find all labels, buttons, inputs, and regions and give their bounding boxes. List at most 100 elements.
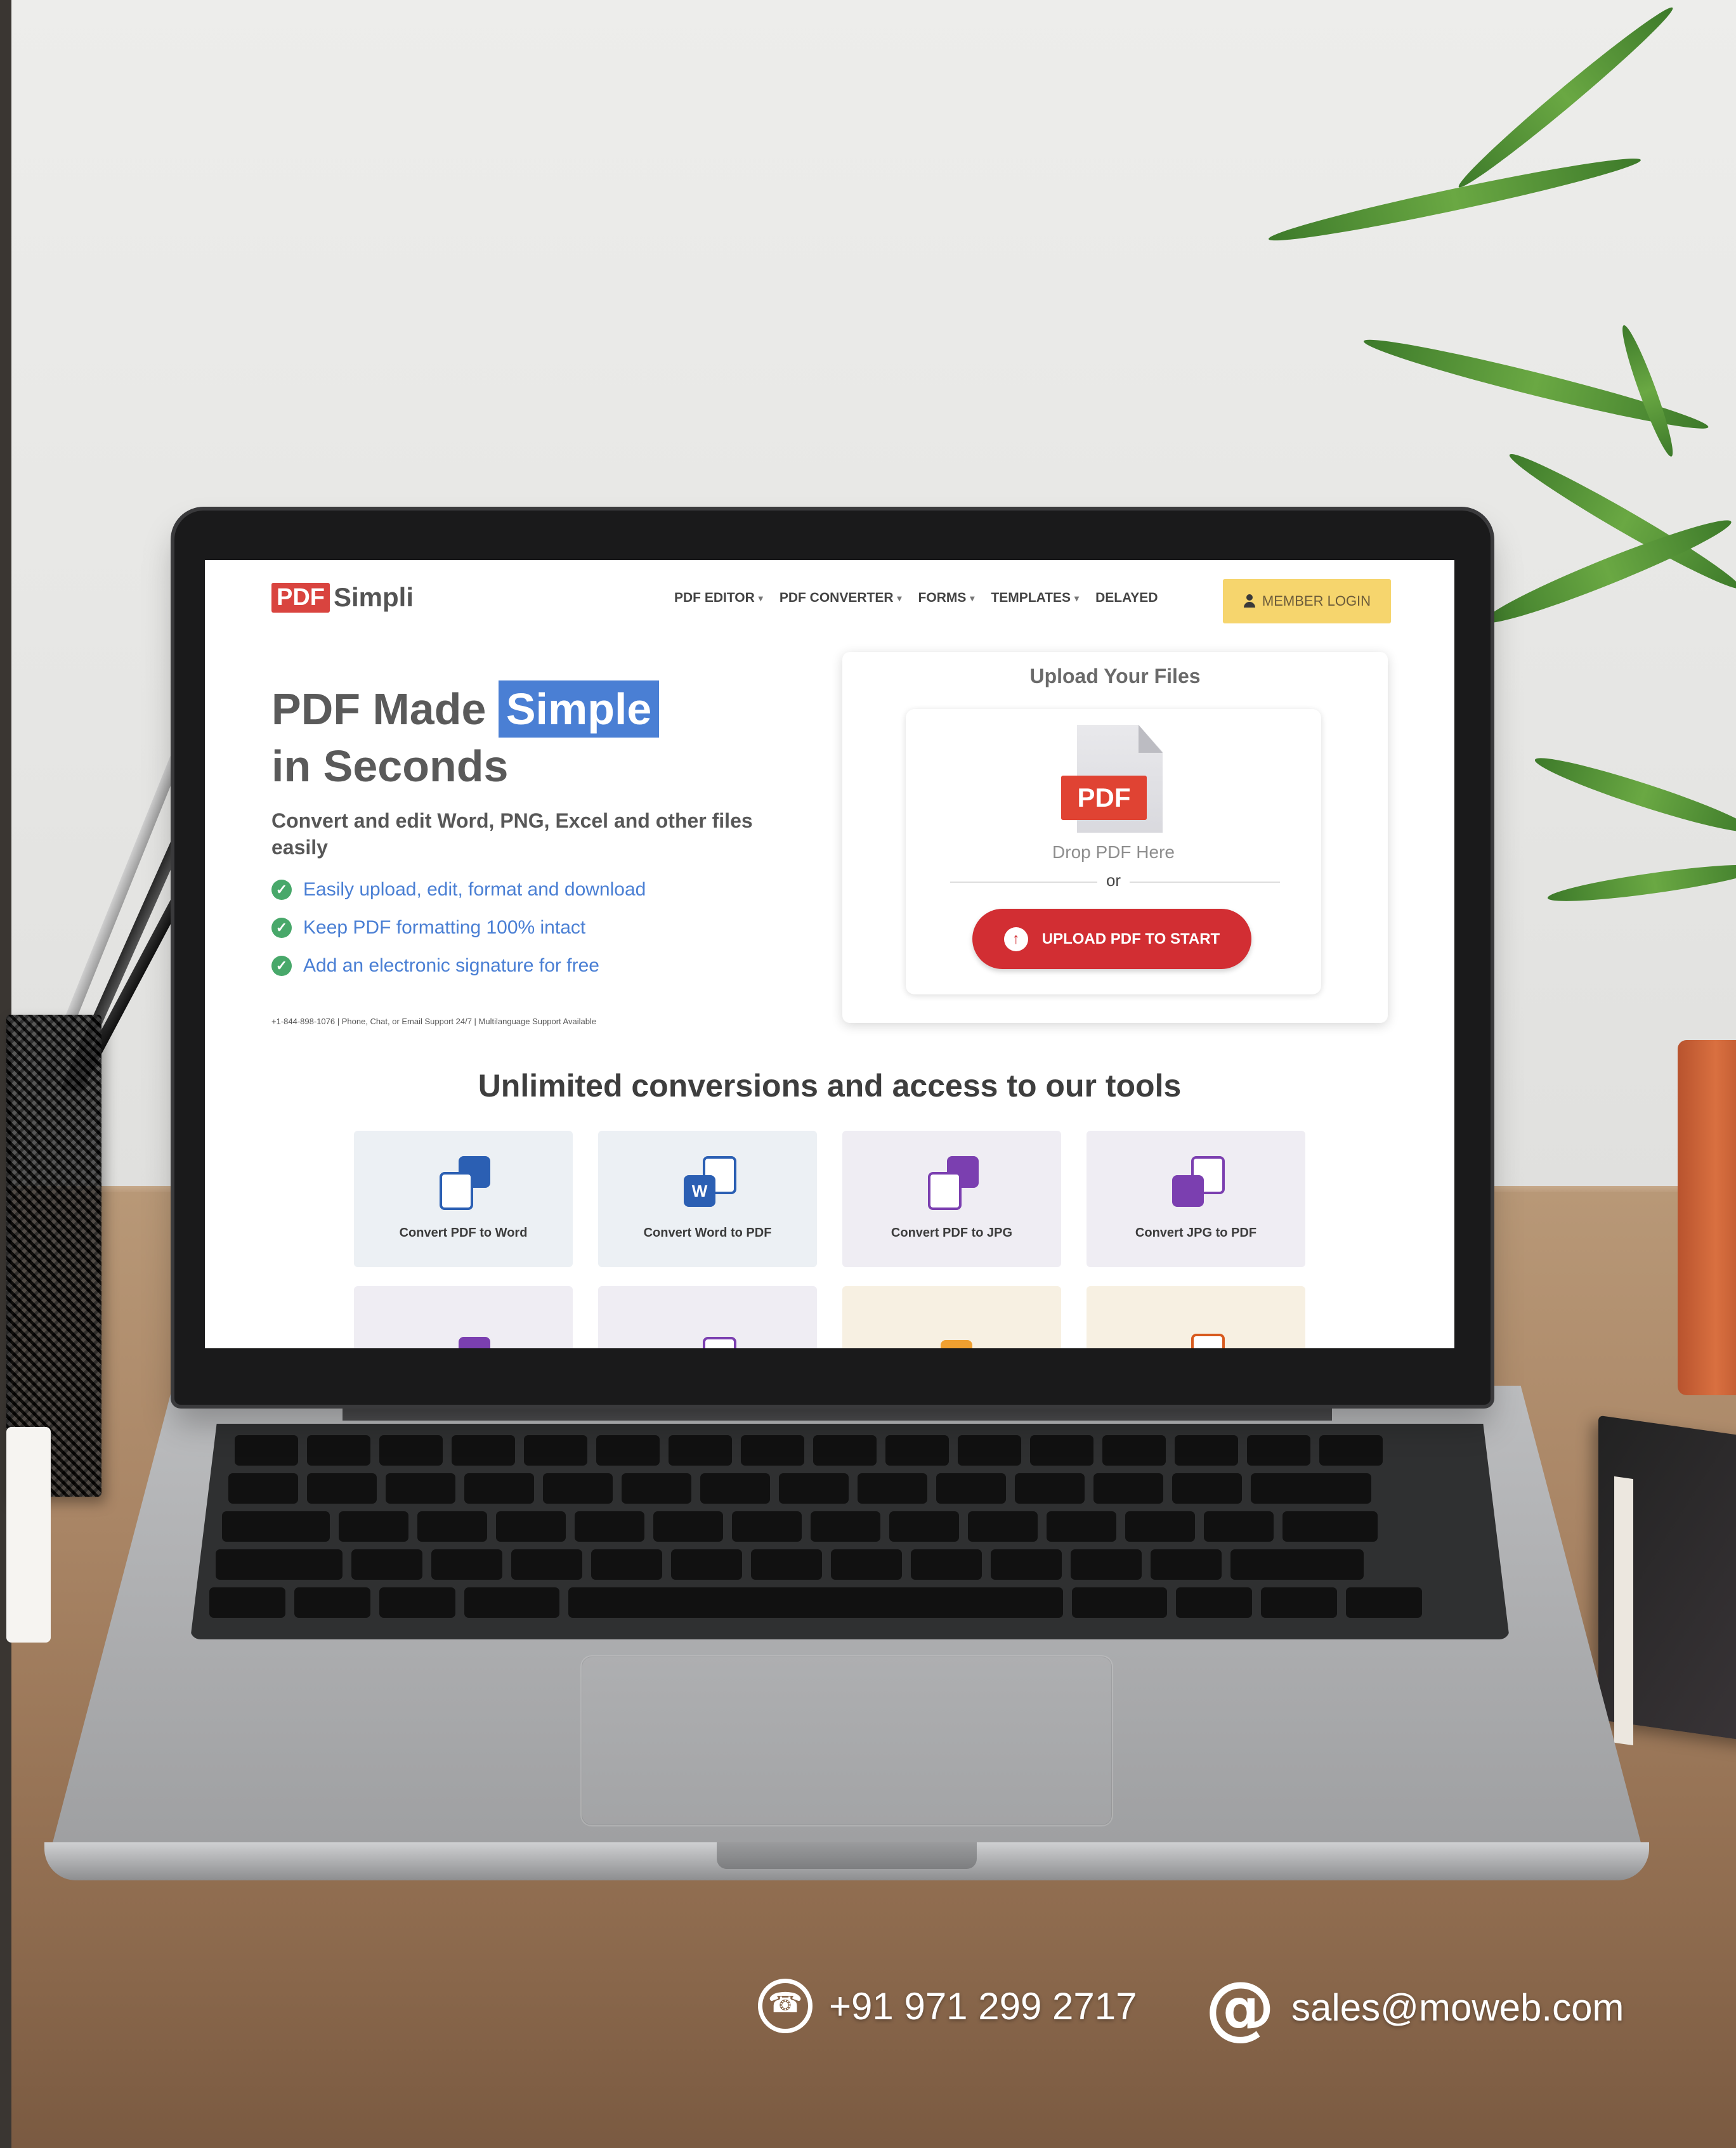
- key: [1176, 1587, 1252, 1618]
- key: [511, 1549, 582, 1580]
- check-icon: ✓: [271, 956, 292, 976]
- key: [568, 1587, 1063, 1618]
- nav-menu: PDF EDITOR ▾ PDF CONVERTER ▾ FORMS ▾ TEM…: [674, 590, 1158, 606]
- tools-title: Unlimited conversions and access to our …: [478, 1068, 1182, 1103]
- key: [911, 1549, 982, 1580]
- nav-templates[interactable]: TEMPLATES ▾: [991, 590, 1079, 606]
- key: [741, 1435, 804, 1466]
- upload-pdf-button[interactable]: ↑ UPLOAD PDF TO START: [972, 909, 1251, 969]
- hero-title-part1: PDF Made: [271, 684, 486, 734]
- drop-zone[interactable]: PDF Drop PDF Here or ↑ UPLOAD PDF TO STA…: [906, 709, 1321, 994]
- upload-card: Upload Your Files PDF Drop PDF Here or ↑…: [842, 652, 1388, 1023]
- upload-icon: ↑: [1003, 927, 1028, 951]
- nav-pdf-converter[interactable]: PDF CONVERTER ▾: [780, 590, 902, 606]
- nav-delayed[interactable]: DELAYED: [1095, 590, 1158, 606]
- notebook-pages: [1614, 1476, 1633, 1746]
- key: [732, 1511, 802, 1542]
- chevron-down-icon: ▾: [758, 592, 763, 603]
- tool-card-pdf-to-jpg[interactable]: Convert PDF to JPG: [842, 1131, 1061, 1267]
- feature-text: Easily upload, edit, format and download: [303, 879, 646, 900]
- icon-square: [459, 1337, 490, 1348]
- key: [1346, 1587, 1422, 1618]
- image-square: [1172, 1175, 1204, 1207]
- key: [431, 1549, 502, 1580]
- tool-card-word-to-pdf[interactable]: W Convert Word to PDF: [598, 1131, 817, 1267]
- key: [889, 1511, 959, 1542]
- nav-item-label: FORMS: [918, 590, 967, 605]
- tool-card-jpg-to-pdf[interactable]: Convert JPG to PDF: [1087, 1131, 1305, 1267]
- key: [831, 1549, 902, 1580]
- key: [1102, 1435, 1166, 1466]
- key: [1175, 1435, 1238, 1466]
- pdf-to-word-icon: [433, 1156, 493, 1213]
- feature-list: ✓ Easily upload, edit, format and downlo…: [271, 871, 646, 985]
- key: [1030, 1435, 1093, 1466]
- word-square: W: [684, 1175, 715, 1207]
- key: [228, 1473, 298, 1504]
- nav-pdf-editor[interactable]: PDF EDITOR ▾: [674, 590, 763, 606]
- or-label: or: [1097, 871, 1130, 890]
- tool-card[interactable]: [598, 1286, 817, 1348]
- or-label-wrap: or: [906, 871, 1321, 890]
- laptop-notch: [717, 1842, 977, 1869]
- tool-card[interactable]: [1087, 1286, 1305, 1348]
- at-icon: @: [1205, 1967, 1275, 2048]
- feature-item: ✓ Keep PDF formatting 100% intact: [271, 909, 646, 947]
- key: [294, 1587, 370, 1618]
- key: [351, 1549, 422, 1580]
- key: [216, 1549, 343, 1580]
- contact-email[interactable]: @ sales@moweb.com: [1205, 1967, 1624, 2048]
- document-shape: [703, 1337, 736, 1348]
- member-login-label: MEMBER LOGIN: [1262, 593, 1371, 609]
- key: [543, 1473, 613, 1504]
- contact-phone[interactable]: +91 971 299 2717: [758, 1979, 1137, 2033]
- tool-card[interactable]: [354, 1286, 573, 1348]
- document-shape: [1191, 1334, 1225, 1348]
- hero-title-highlight: Simple: [498, 680, 660, 738]
- key: [1093, 1473, 1163, 1504]
- key: [1015, 1473, 1085, 1504]
- key: [1172, 1473, 1242, 1504]
- member-login-button[interactable]: MEMBER LOGIN: [1223, 579, 1391, 623]
- key: [1125, 1511, 1195, 1542]
- key: [1072, 1587, 1167, 1618]
- nav-item-label: DELAYED: [1095, 590, 1158, 605]
- site-logo[interactable]: PDF Simpli: [271, 582, 414, 613]
- key: [209, 1587, 285, 1618]
- check-icon: ✓: [271, 880, 292, 900]
- nav-item-label: TEMPLATES: [991, 590, 1071, 605]
- key: [700, 1473, 770, 1504]
- photo-scene: PDF Simpli PDF EDITOR ▾ PDF CONVERTER ▾ …: [0, 0, 1736, 2148]
- word-to-pdf-icon: W: [677, 1156, 738, 1213]
- key: [307, 1473, 377, 1504]
- key: [1230, 1549, 1364, 1580]
- key: [596, 1435, 660, 1466]
- key: [591, 1549, 662, 1580]
- key: [235, 1435, 298, 1466]
- tool-card-pdf-to-word[interactable]: Convert PDF to Word: [354, 1131, 573, 1267]
- hero-title-part2: in Seconds: [271, 741, 509, 791]
- laptop-screen: PDF Simpli PDF EDITOR ▾ PDF CONVERTER ▾ …: [205, 560, 1454, 1348]
- user-icon: [1243, 594, 1256, 608]
- key: [524, 1435, 587, 1466]
- document-shape: [928, 1172, 962, 1210]
- logo-text: Simpli: [334, 582, 414, 612]
- key: [751, 1549, 822, 1580]
- tool-card[interactable]: [842, 1286, 1061, 1348]
- chevron-down-icon: ▾: [970, 592, 975, 603]
- icon-square: [941, 1340, 972, 1348]
- key: [936, 1473, 1006, 1504]
- chevron-down-icon: ▾: [1074, 592, 1080, 603]
- key: [1282, 1511, 1378, 1542]
- key: [991, 1549, 1062, 1580]
- key: [779, 1473, 849, 1504]
- feature-text: Add an electronic signature for free: [303, 955, 599, 976]
- white-cup: [6, 1427, 51, 1643]
- tool-label: Convert PDF to JPG: [891, 1226, 1013, 1240]
- feature-item: ✓ Easily upload, edit, format and downlo…: [271, 871, 646, 909]
- key: [452, 1435, 515, 1466]
- nav-forms[interactable]: FORMS ▾: [918, 590, 975, 606]
- jpg-to-pdf-icon: [1166, 1156, 1226, 1213]
- key: [671, 1549, 742, 1580]
- tool-label: Convert JPG to PDF: [1135, 1226, 1257, 1240]
